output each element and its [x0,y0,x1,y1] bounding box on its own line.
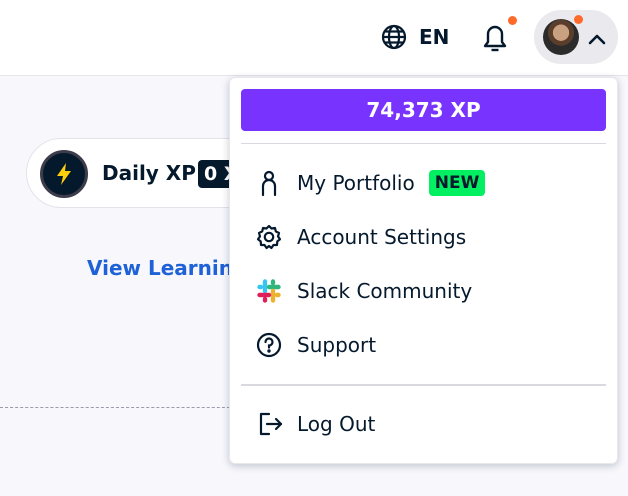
help-circle-icon [255,331,283,359]
user-dropdown-menu: 74,373 XP My Portfolio NEW Account Setti… [229,77,618,464]
divider [0,407,240,408]
logout-button[interactable]: Log Out [257,407,375,441]
globe-icon [381,24,407,50]
daily-xp-label: Daily XP [102,161,196,185]
person-icon [255,169,283,197]
user-menu-button[interactable] [534,10,618,64]
chevron-up-icon [588,30,606,49]
menu-item-slack-community[interactable]: Slack Community [255,274,472,308]
language-label: EN [419,25,450,49]
lightning-icon [40,150,88,198]
menu-item-label: Support [297,333,377,357]
gear-icon [255,223,283,251]
menu-item-account-settings[interactable]: Account Settings [255,220,466,254]
language-selector[interactable]: EN [381,22,449,52]
menu-item-support[interactable]: Support [255,328,376,362]
menu-item-label: Account Settings [297,225,467,249]
avatar-notification-dot [574,15,583,24]
view-learning-link[interactable]: View Learning [87,256,247,280]
avatar [543,19,579,55]
bell-icon [480,25,512,58]
menu-item-label: My Portfolio [297,171,415,195]
logout-icon [257,410,285,438]
total-xp-badge: 74,373 XP [241,89,606,131]
menu-divider [241,384,606,386]
logout-label: Log Out [297,412,376,436]
notifications-button[interactable] [480,16,517,54]
top-header: EN [0,0,628,76]
menu-item-label: Slack Community [297,279,473,303]
menu-divider [241,143,606,144]
new-badge: NEW [428,170,486,196]
menu-item-my-portfolio[interactable]: My Portfolio NEW [255,166,486,200]
notification-dot [508,16,517,25]
slack-icon [255,277,283,305]
